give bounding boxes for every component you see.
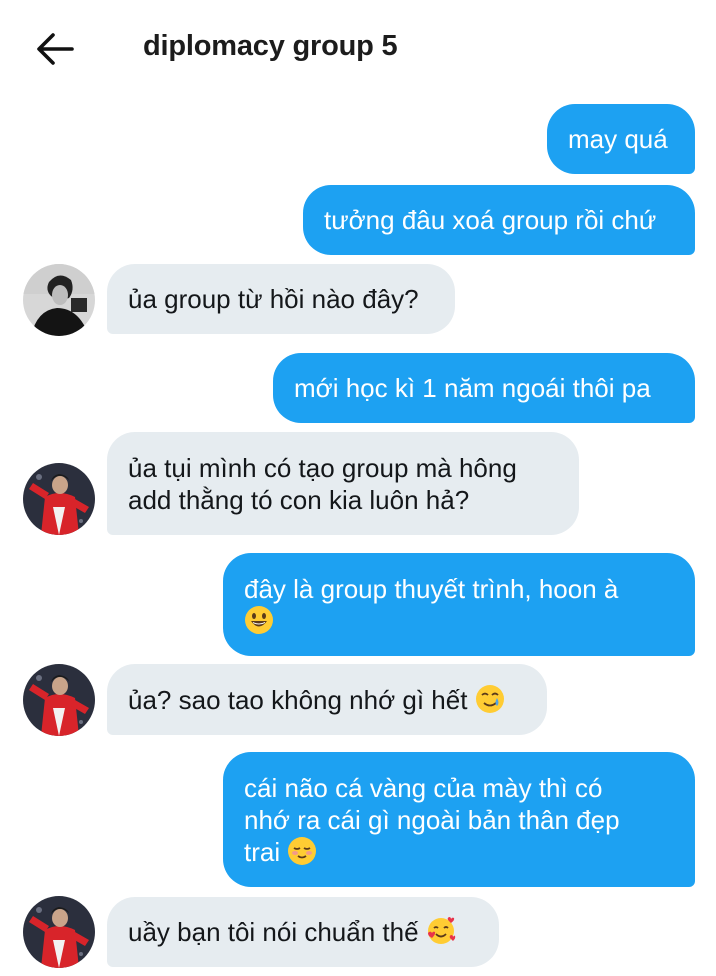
chat-header: diplomacy group 5 [0, 0, 716, 96]
message-text: tưởng đâu xoá group rồi chứ [324, 205, 657, 235]
message-bubble-outgoing[interactable]: mới học kì 1 năm ngoái thôi pa [273, 353, 695, 423]
message-text: uầy bạn tôi nói chuẩn thế [128, 917, 426, 947]
message-bubble-outgoing[interactable]: tưởng đâu xoá group rồi chứ [303, 185, 695, 255]
smiling-face-with-tear-icon [475, 684, 504, 713]
message-bubble-incoming[interactable]: uầy bạn tôi nói chuẩn thế [107, 897, 499, 967]
avatar[interactable] [23, 463, 95, 535]
smiling-face-blushing-icon [288, 836, 317, 865]
avatar[interactable] [23, 664, 95, 736]
arrow-left-icon [37, 33, 74, 65]
message-text: cái não cá vàng của mày thì có [244, 772, 603, 803]
message-bubble-outgoing[interactable]: may quá [547, 104, 695, 174]
chat-screen: diplomacy group 5 may quá tưởng đâu xoá … [0, 0, 716, 976]
message-text: add thằng tó con kia luôn hả? [128, 484, 470, 515]
message-text: may quá [568, 124, 668, 154]
message-text: ủa group từ hồi nào đây? [128, 284, 419, 314]
message-bubble-incoming[interactable]: ủa tụi mình có tạo group mà hông add thằ… [107, 432, 579, 535]
message-bubble-incoming[interactable]: ủa? sao tao không nhớ gì hết [107, 664, 547, 735]
grinning-face-icon [245, 605, 273, 634]
message-text: trai [244, 836, 288, 867]
message-text: ủa tụi mình có tạo group mà hông [128, 452, 517, 483]
chat-title: diplomacy group 5 [143, 30, 398, 62]
message-text-line: ủa? sao tao không nhớ gì hết [128, 684, 526, 716]
message-text-line: trai [244, 836, 674, 868]
message-emoji-line [244, 605, 674, 637]
message-text: mới học kì 1 năm ngoái thôi pa [294, 373, 651, 403]
message-bubble-incoming[interactable]: ủa group từ hồi nào đây? [107, 264, 455, 334]
avatar[interactable] [23, 264, 95, 336]
avatar[interactable] [23, 896, 95, 968]
message-text-line: uầy bạn tôi nói chuẩn thế [128, 916, 478, 948]
smiling-face-with-hearts-icon [427, 917, 456, 944]
message-bubble-outgoing[interactable]: đây là group thuyết trình, hoon à [223, 553, 695, 656]
message-text: nhớ ra cái gì ngoài bản thân đẹp [244, 804, 620, 835]
message-text: ủa? sao tao không nhớ gì hết [128, 684, 475, 715]
message-bubble-outgoing[interactable]: cái não cá vàng của mày thì có nhớ ra cá… [223, 752, 695, 887]
message-text: đây là group thuyết trình, hoon à [244, 573, 619, 604]
back-button[interactable] [34, 30, 76, 68]
